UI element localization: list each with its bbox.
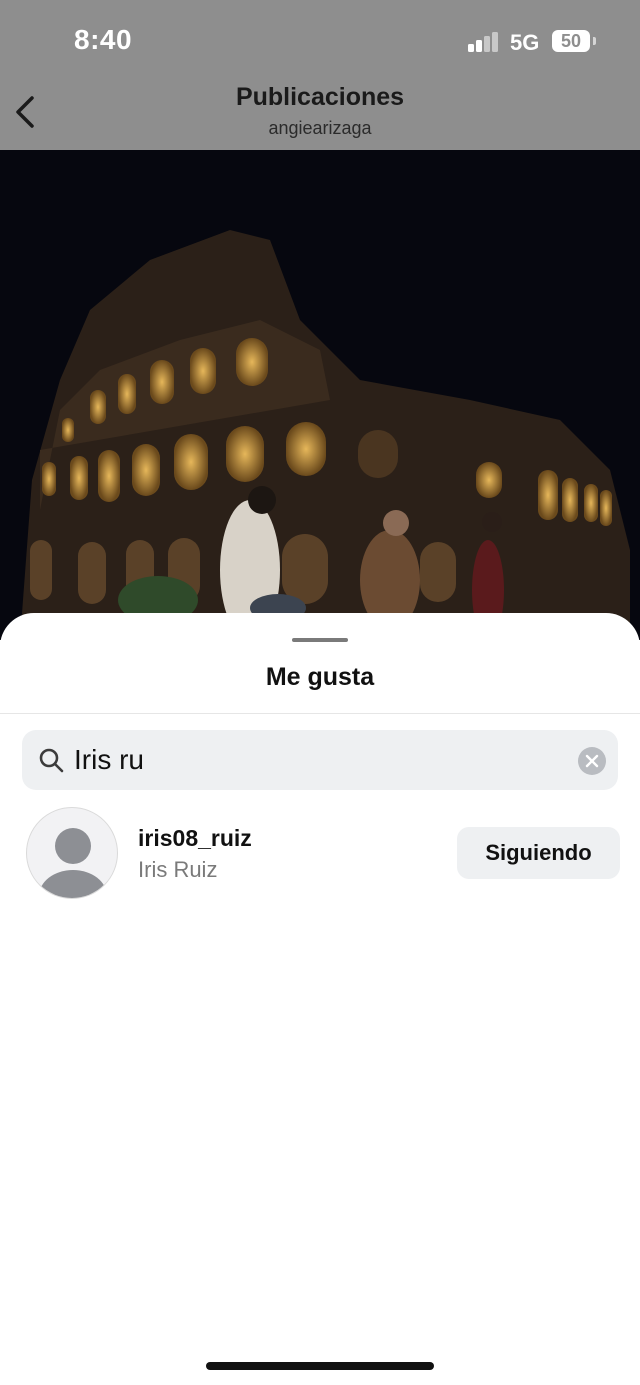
default-avatar-icon xyxy=(39,828,107,898)
clear-search-button[interactable] xyxy=(578,747,606,775)
list-item[interactable]: iris08_ruiz Iris Ruiz Siguiendo xyxy=(0,805,640,901)
likes-sheet: Me gusta iris08_ruiz xyxy=(0,613,640,1385)
following-button[interactable]: Siguiendo xyxy=(457,827,620,879)
post-image xyxy=(0,150,640,640)
username[interactable]: iris08_ruiz xyxy=(138,825,252,852)
status-time: 8:40 xyxy=(74,24,133,55)
full-name: Iris Ruiz xyxy=(138,857,218,882)
home-indicator xyxy=(206,1362,434,1370)
battery-tip xyxy=(593,37,596,45)
search-input[interactable] xyxy=(74,730,554,790)
close-icon xyxy=(585,754,599,768)
drag-handle[interactable] xyxy=(292,638,348,642)
sheet-title: Me gusta xyxy=(265,663,375,691)
battery-icon: 50 xyxy=(552,30,590,52)
post-photo[interactable] xyxy=(0,150,640,640)
page-title: Publicaciones xyxy=(235,83,405,111)
search-bar[interactable] xyxy=(22,730,618,790)
divider xyxy=(0,713,640,714)
signal-icon xyxy=(468,32,498,52)
avatar[interactable] xyxy=(26,807,118,899)
network-type: 5G xyxy=(510,30,540,55)
screen: 8:40 5G 50 Publicaciones angiearizaga Me… xyxy=(0,0,640,1385)
search-icon xyxy=(39,748,64,773)
top-bar: 8:40 5G 50 Publicaciones angiearizaga xyxy=(0,0,640,150)
page-subtitle: angiearizaga xyxy=(268,118,372,138)
